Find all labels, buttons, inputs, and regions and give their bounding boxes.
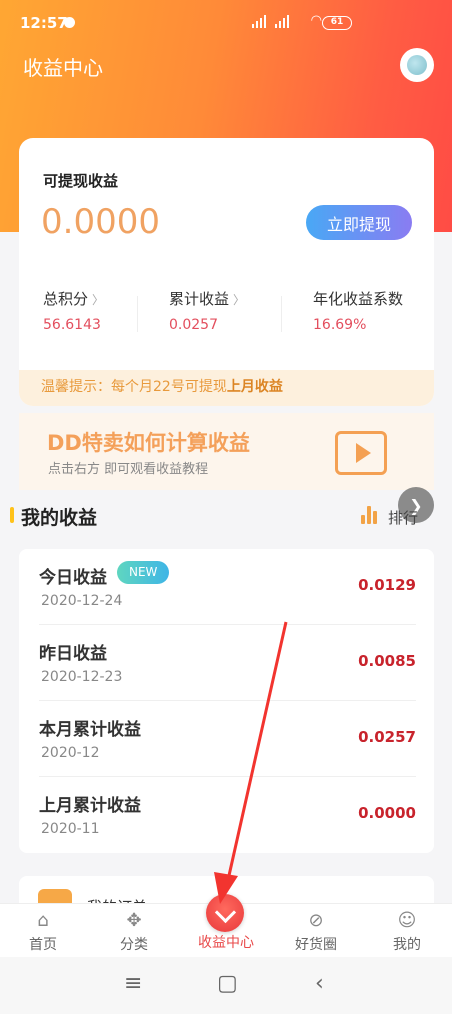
status-bar: 12:57 ◠ 61 bbox=[0, 0, 452, 46]
withdrawable-amount: 0.0000 bbox=[41, 202, 160, 242]
divider bbox=[281, 296, 282, 332]
withdraw-button[interactable]: 立即提现 bbox=[306, 205, 412, 240]
stat-value: 0.0257 bbox=[169, 317, 218, 333]
stat-total-points[interactable]: 总积分〉 56.6143 bbox=[43, 288, 104, 333]
earnings-card: 可提现收益 0.0000 立即提现 总积分〉 56.6143 累计收益〉 0.0… bbox=[19, 138, 434, 406]
tab-label: 分类 bbox=[120, 937, 148, 953]
divider bbox=[137, 296, 138, 332]
menu-icon[interactable]: ≡ bbox=[124, 971, 142, 996]
compass-icon: ⊘ bbox=[308, 910, 324, 931]
back-icon[interactable]: ‹ bbox=[315, 971, 324, 996]
chevron-right-icon: 〉 bbox=[233, 293, 246, 307]
tab-label: 收益中心 bbox=[198, 935, 254, 951]
list-item[interactable]: 昨日收益 2020-12-23 0.0085 bbox=[19, 625, 434, 701]
stat-value: 56.6143 bbox=[43, 317, 101, 333]
battery-icon: 61 bbox=[322, 16, 352, 30]
page-title: 收益中心 bbox=[23, 56, 103, 80]
row-value: 0.0257 bbox=[358, 728, 416, 746]
stat-annual-coefficient: 年化收益系数 16.69% bbox=[313, 288, 403, 333]
tip-highlight: 上月收益 bbox=[226, 379, 283, 395]
withdrawable-label: 可提现收益 bbox=[43, 172, 119, 190]
stat-cumulative-earnings[interactable]: 累计收益〉 0.0257 bbox=[169, 288, 245, 333]
home-square-icon[interactable]: ▢ bbox=[217, 971, 238, 996]
withdraw-tip: 温馨提示：每个月22号可提现上月收益 bbox=[19, 370, 434, 406]
category-icon: ✥ bbox=[126, 910, 142, 931]
list-item[interactable]: 本月累计收益 2020-12 0.0257 bbox=[19, 701, 434, 777]
list-item[interactable]: 今日收益 NEW 2020-12-24 0.0129 bbox=[19, 549, 434, 625]
signal-icon-2 bbox=[275, 15, 289, 28]
message-notification-icon bbox=[64, 17, 75, 28]
tab-label: 我的 bbox=[393, 937, 421, 953]
tab-earnings-center[interactable]: 收益中心 bbox=[190, 932, 262, 952]
tab-category[interactable]: ✥ 分类 bbox=[104, 910, 164, 954]
signal-icon bbox=[252, 15, 266, 28]
ranking-button[interactable]: 排行 bbox=[388, 507, 418, 528]
home-icon: ⌂ bbox=[37, 910, 49, 931]
tab-home[interactable]: ⌂ 首页 bbox=[13, 910, 73, 954]
section-accent-bar bbox=[10, 507, 14, 523]
ranking-icon[interactable] bbox=[361, 506, 377, 524]
banner-title: DD特卖如何计算收益 bbox=[47, 431, 250, 455]
tab-label: 好货圈 bbox=[295, 937, 337, 953]
avatar-image bbox=[407, 55, 427, 75]
stat-value: 16.69% bbox=[313, 317, 367, 333]
tab-good-goods[interactable]: ⊘ 好货圈 bbox=[286, 910, 346, 954]
tip-text: 温馨提示：每个月22号可提现 bbox=[41, 379, 227, 395]
wifi-icon: ◠ bbox=[310, 13, 322, 28]
row-value: 0.0000 bbox=[358, 804, 416, 822]
system-nav-bar: ≡ ▢ ‹ bbox=[0, 957, 452, 1014]
row-value: 0.0085 bbox=[358, 652, 416, 670]
earnings-list: 今日收益 NEW 2020-12-24 0.0129 昨日收益 2020-12-… bbox=[19, 549, 434, 853]
list-item[interactable]: 上月累计收益 2020-11 0.0000 bbox=[19, 777, 434, 853]
row-title: 今日收益 bbox=[39, 568, 107, 588]
avatar[interactable] bbox=[400, 48, 434, 82]
stat-label: 累计收益 bbox=[169, 290, 230, 308]
earnings-icon[interactable] bbox=[206, 894, 244, 932]
row-title: 上月累计收益 bbox=[39, 796, 141, 816]
chevron-right-icon: 〉 bbox=[92, 293, 105, 307]
banner-subtitle: 点击右方 即可观看收益教程 bbox=[48, 462, 209, 477]
row-date: 2020-12 bbox=[41, 745, 100, 761]
profile-icon: ☺ bbox=[397, 910, 417, 931]
new-badge: NEW bbox=[117, 561, 170, 584]
tab-profile[interactable]: ☺ 我的 bbox=[377, 910, 437, 954]
row-title: 本月累计收益 bbox=[39, 720, 141, 740]
play-video-icon[interactable] bbox=[335, 431, 387, 475]
row-date: 2020-11 bbox=[41, 821, 100, 837]
section-title: 我的收益 bbox=[21, 507, 98, 529]
row-value: 0.0129 bbox=[358, 576, 416, 594]
status-time: 12:57 bbox=[20, 14, 68, 32]
row-title: 昨日收益 bbox=[39, 644, 107, 664]
row-date: 2020-12-23 bbox=[41, 669, 123, 685]
tutorial-banner[interactable]: DD特卖如何计算收益 点击右方 即可观看收益教程 bbox=[19, 413, 434, 490]
row-date: 2020-12-24 bbox=[41, 593, 123, 609]
stat-label: 总积分 bbox=[43, 290, 89, 308]
stat-label: 年化收益系数 bbox=[313, 290, 404, 308]
tab-label: 首页 bbox=[29, 937, 57, 953]
